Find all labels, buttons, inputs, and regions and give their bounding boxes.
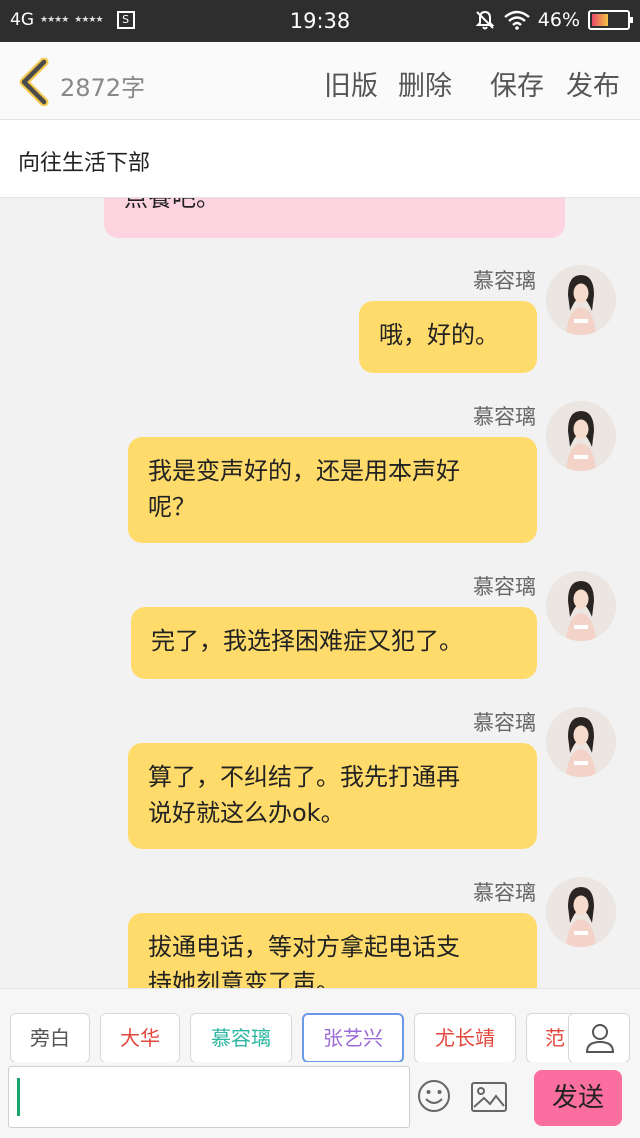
- message-text: 完了，我选择困难症又犯了。: [151, 627, 463, 655]
- sender-name: 慕容璃: [473, 881, 536, 905]
- manage-roles-button[interactable]: [568, 1013, 630, 1062]
- role-selector-bar: 旁白 大华 慕容璃 张艺兴 尤长靖 范: [0, 988, 640, 1062]
- role-zhangyixing[interactable]: 张艺兴: [302, 1013, 404, 1062]
- message-input[interactable]: [8, 1066, 410, 1128]
- avatar[interactable]: [546, 265, 616, 335]
- role-murongli[interactable]: 慕容璃: [190, 1013, 292, 1062]
- wifi-icon: [503, 10, 530, 30]
- battery-icon: [588, 10, 633, 30]
- message-bubble[interactable]: 拔通电话，等对方拿起电话支 持她刻意变了声。: [128, 913, 537, 988]
- emoji-icon[interactable]: [416, 1078, 452, 1114]
- mute-icon: [475, 10, 495, 30]
- sender-name: 慕容璃: [473, 575, 536, 599]
- message-line: 算了，不纠结了。我先打通再: [148, 763, 460, 791]
- text-cursor: [17, 1078, 20, 1116]
- message-bubble[interactable]: 完了，我选择困难症又犯了。: [131, 607, 537, 679]
- sender-name: 慕容璃: [473, 269, 536, 293]
- avatar[interactable]: [546, 401, 616, 471]
- message-line: 呢？: [148, 493, 196, 521]
- message-text: 哦，好的。: [379, 321, 499, 349]
- message-line: 说好就这么办ok。: [148, 799, 345, 827]
- message-line: 我是变声好的，还是用本声好: [148, 457, 460, 485]
- sender-name: 慕容璃: [473, 711, 536, 735]
- chat-area[interactable]: 点餐吧。 慕容璃 哦，好的。 慕容璃 我是变声好的，还是用本声好 呢？ 慕容璃 …: [0, 198, 640, 988]
- message-text: 点餐吧。: [124, 198, 220, 212]
- message-line: 持她刻意变了声。: [148, 969, 340, 988]
- battery-percent: 46%: [537, 9, 580, 31]
- image-icon[interactable]: [470, 1080, 508, 1114]
- save-button[interactable]: 保存: [490, 64, 544, 103]
- avatar[interactable]: [546, 571, 616, 641]
- role-youzhangjing[interactable]: 尤长靖: [414, 1013, 516, 1062]
- message-bubble-narration[interactable]: 点餐吧。: [104, 198, 565, 238]
- message-line: 拔通电话，等对方拿起电话支: [148, 933, 460, 961]
- editor-header: 2872字 旧版 删除 保存 发布: [0, 42, 640, 120]
- send-button[interactable]: 发送: [534, 1070, 622, 1126]
- story-title-row[interactable]: 向往生活下部: [0, 120, 640, 198]
- word-count: 2872字: [60, 74, 146, 102]
- battery-level: [592, 14, 608, 26]
- message-bubble[interactable]: 我是变声好的，还是用本声好 呢？: [128, 437, 537, 543]
- story-title: 向往生活下部: [18, 151, 151, 176]
- status-right: 46%: [474, 9, 633, 31]
- avatar[interactable]: [546, 877, 616, 947]
- sender-name: 慕容璃: [473, 405, 536, 429]
- publish-button[interactable]: 发布: [566, 64, 620, 103]
- person-icon: [585, 1024, 615, 1053]
- role-dahua[interactable]: 大华: [100, 1013, 180, 1062]
- delete-button[interactable]: 删除: [398, 64, 452, 103]
- role-narration[interactable]: 旁白: [10, 1013, 90, 1062]
- message-bubble[interactable]: 算了，不纠结了。我先打通再 说好就这么办ok。: [128, 743, 537, 849]
- status-bar: 4G ★★★★ ★★★★ S 19:38 46%: [0, 0, 640, 42]
- avatar[interactable]: [546, 707, 616, 777]
- message-input-bar: 发送: [0, 1062, 640, 1138]
- message-bubble[interactable]: 哦，好的。: [359, 301, 537, 373]
- old-version-button[interactable]: 旧版: [324, 64, 378, 103]
- back-chevron-icon[interactable]: [14, 58, 54, 106]
